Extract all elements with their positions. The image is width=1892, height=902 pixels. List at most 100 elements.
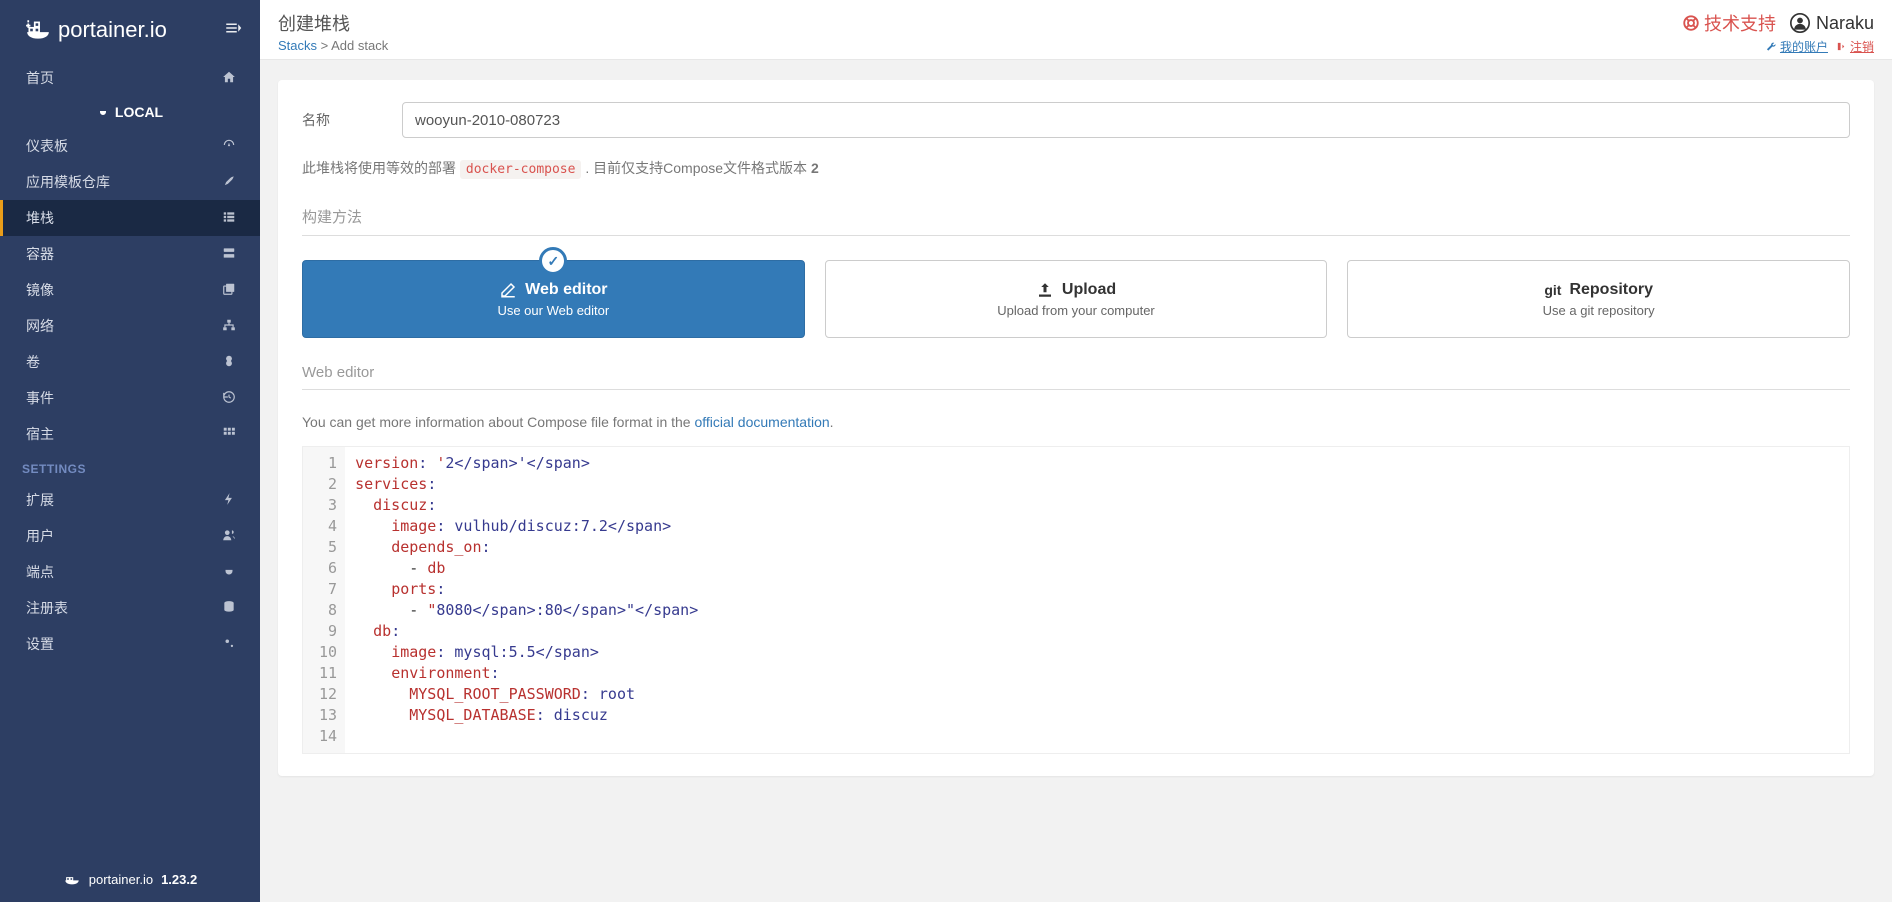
sidebar-toggle-icon[interactable]: [224, 19, 242, 42]
nav-label: 事件: [26, 388, 220, 408]
nav-label: 用户: [26, 526, 220, 546]
card-title: Web editor: [499, 281, 607, 299]
user-menu[interactable]: Naraku: [1790, 13, 1874, 34]
nav-label: 宿主: [26, 424, 220, 444]
method-cards: ✓ Web editor Use our Web editor Upload U…: [302, 260, 1850, 338]
edit-icon: [499, 281, 517, 299]
logo-icon: [24, 16, 52, 44]
sidebar-heading-settings: SETTINGS: [0, 452, 260, 482]
brand-logo[interactable]: portainer.io: [24, 16, 167, 44]
editor-description: You can get more information about Compo…: [302, 414, 1850, 430]
card-sub: Use our Web editor: [497, 303, 609, 318]
card-sub: Use a git repository: [1543, 303, 1655, 318]
name-input[interactable]: [402, 102, 1850, 138]
clone-icon: [220, 282, 238, 299]
doc-post: .: [830, 414, 834, 430]
breadcrumb-link[interactable]: Stacks: [278, 38, 317, 53]
dashboard-icon: [220, 138, 238, 155]
nav-label: 设置: [26, 634, 220, 654]
top-header: 创建堆栈 Stacks > Add stack 技术支持 Naraku: [260, 0, 1892, 60]
form-panel: 名称 此堆栈将使用等效的部署 docker-compose . 目前仅支持Com…: [278, 80, 1874, 776]
my-account-link[interactable]: 我的账户: [1766, 38, 1828, 55]
footer-logo-icon: [63, 870, 81, 888]
nav-label: 容器: [26, 244, 220, 264]
sidebar-item-home[interactable]: 首页: [0, 60, 260, 96]
code-editor[interactable]: 1234567891011121314 version: '2</span>'<…: [302, 446, 1850, 754]
nav-label: 网络: [26, 316, 220, 336]
code-content[interactable]: version: '2</span>'</span> services: dis…: [345, 447, 1849, 753]
sidebar-item-templates[interactable]: 应用模板仓库: [0, 164, 260, 200]
code-gutter: 1234567891011121314: [303, 447, 345, 753]
nav-label: 镜像: [26, 280, 220, 300]
breadcrumb-text: > Add stack: [317, 38, 388, 53]
home-icon: [220, 70, 238, 87]
sidebar-section-local: LOCAL: [0, 96, 260, 128]
header-left: 创建堆栈 Stacks > Add stack: [278, 10, 1682, 53]
rocket-icon: [220, 174, 238, 191]
hdd-icon: [220, 354, 238, 371]
content: 名称 此堆栈将使用等效的部署 docker-compose . 目前仅支持Com…: [260, 60, 1892, 902]
info-bold: 2: [811, 160, 819, 176]
main: 创建堆栈 Stacks > Add stack 技术支持 Naraku: [260, 0, 1892, 902]
account-text: 我的账户: [1780, 38, 1828, 55]
sidebar-item-containers[interactable]: 容器: [0, 236, 260, 272]
cogs-icon: [220, 636, 238, 653]
sidebar-footer: portainer.io 1.23.2: [0, 856, 260, 902]
sidebar-item-dashboard[interactable]: 仪表板: [0, 128, 260, 164]
section-label: LOCAL: [115, 104, 163, 120]
sidebar-item-networks[interactable]: 网络: [0, 308, 260, 344]
footer-brand: portainer.io: [89, 872, 153, 887]
breadcrumb: Stacks > Add stack: [278, 38, 1682, 53]
nav-label: 卷: [26, 352, 220, 372]
info-text: 此堆栈将使用等效的部署 docker-compose . 目前仅支持Compos…: [302, 158, 1850, 178]
build-method-title: 构建方法: [302, 206, 1850, 236]
user-icon: [1790, 13, 1810, 33]
sidebar-item-settings[interactable]: 设置: [0, 626, 260, 662]
nav-label: 仪表板: [26, 136, 220, 156]
users-icon: [220, 528, 238, 545]
info-code: docker-compose: [460, 160, 582, 179]
card-repository[interactable]: git Repository Use a git repository: [1347, 260, 1850, 338]
card-title-text: Web editor: [525, 281, 607, 299]
card-title: git Repository: [1544, 281, 1653, 299]
card-web-editor[interactable]: ✓ Web editor Use our Web editor: [302, 260, 805, 338]
history-icon: [220, 390, 238, 407]
info-post: . 目前仅支持Compose文件格式版本: [581, 160, 810, 176]
card-sub: Upload from your computer: [997, 303, 1155, 318]
sidebar-item-host[interactable]: 宿主: [0, 416, 260, 452]
plug-icon: [97, 106, 109, 118]
th-icon: [220, 426, 238, 443]
sitemap-icon: [220, 318, 238, 335]
editor-section-title: Web editor: [302, 364, 1850, 390]
list-icon: [220, 210, 238, 227]
name-row: 名称: [302, 102, 1850, 138]
sign-out-icon: [1836, 41, 1847, 52]
documentation-link[interactable]: official documentation: [694, 414, 829, 430]
nav-label: 首页: [26, 68, 220, 88]
user-name: Naraku: [1816, 13, 1874, 34]
support-link[interactable]: 技术支持: [1682, 10, 1776, 36]
sidebar-item-images[interactable]: 镜像: [0, 272, 260, 308]
nav-label: 端点: [26, 562, 220, 582]
support-text: 技术支持: [1704, 10, 1776, 36]
name-label: 名称: [302, 110, 402, 130]
logout-text: 注销: [1850, 38, 1874, 55]
sidebar-item-users[interactable]: 用户: [0, 518, 260, 554]
sidebar-item-endpoints[interactable]: 端点: [0, 554, 260, 590]
sidebar-item-stacks[interactable]: 堆栈: [0, 200, 260, 236]
card-upload[interactable]: Upload Upload from your computer: [825, 260, 1328, 338]
nav-label: 扩展: [26, 490, 220, 510]
logout-link[interactable]: 注销: [1836, 38, 1874, 55]
sidebar-item-registries[interactable]: 注册表: [0, 590, 260, 626]
page-title: 创建堆栈: [278, 10, 1682, 36]
nav-label: 注册表: [26, 598, 220, 618]
sidebar-item-volumes[interactable]: 卷: [0, 344, 260, 380]
nav-label: 堆栈: [26, 208, 220, 228]
sidebar-item-events[interactable]: 事件: [0, 380, 260, 416]
card-title-text: Repository: [1569, 281, 1653, 299]
server-icon: [220, 246, 238, 263]
info-pre: 此堆栈将使用等效的部署: [302, 160, 460, 176]
brand-text: portainer.io: [58, 17, 167, 43]
sidebar-item-extensions[interactable]: 扩展: [0, 482, 260, 518]
header-right: 技术支持 Naraku 我的账户 注销: [1682, 10, 1874, 55]
